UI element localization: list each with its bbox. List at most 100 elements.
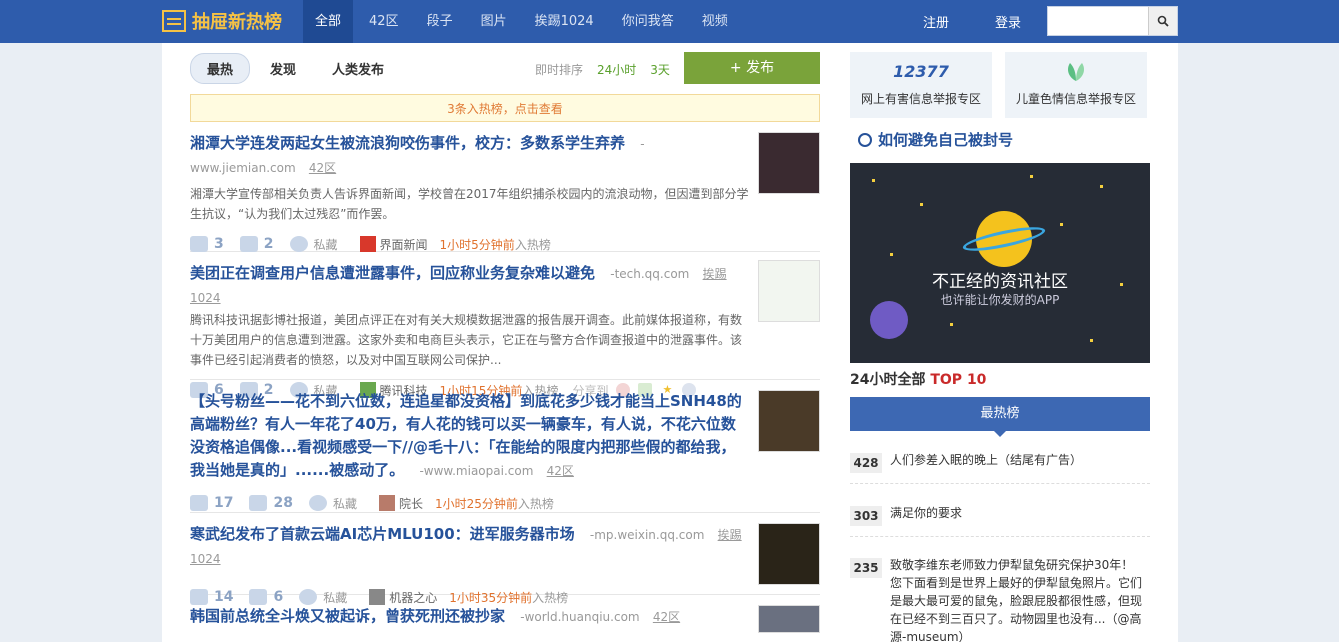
news-time-suffix: 入热榜 [517, 496, 554, 511]
nav-item-qa[interactable]: 你问我答 [610, 0, 686, 43]
banner-headline: 不正经的资讯社区 [932, 272, 1068, 292]
news-title[interactable]: 寒武纪发布了首款云端AI芯片MLU100：进军服务器市场 -mp.weixin.… [190, 523, 750, 571]
source-name[interactable]: 界面新闻 [380, 236, 428, 253]
rank-item[interactable]: 235 致敬李维东老师致力伊犁鼠兔研究保护30年！您下面看到是世界上最好的伊犁鼠… [850, 556, 1150, 642]
news-thumbnail[interactable] [758, 132, 820, 194]
news-time: 1小时5分钟前 [439, 237, 515, 252]
collect-label: 私藏 [332, 496, 357, 511]
heart-icon [289, 236, 308, 252]
news-desc: 湘潭大学宣传部相关负责人告诉界面新闻，学校曾在2017年组织捕杀校园内的流浪动物… [190, 187, 749, 221]
news-tag[interactable]: 42区 [309, 161, 336, 175]
rank-text[interactable]: 致敬李维东老师致力伊犁鼠兔研究保护30年！您下面看到是世界上最好的伊犁鼠兔照片。… [890, 556, 1145, 642]
news-thumbnail[interactable] [758, 523, 820, 585]
news-item: 寒武纪发布了首款云端AI芯片MLU100：进军服务器市场 -mp.weixin.… [190, 513, 820, 605]
rank-item[interactable]: 428 人们参差入眠的晚上（结尾有广告） [850, 451, 1150, 484]
site-logo[interactable]: 抽屉新热榜 [162, 8, 282, 34]
heart-icon [308, 495, 327, 511]
news-title[interactable]: 【头号粉丝——花不到六位数，连追星都没资格】到底花多少钱才能当上SNH48的高端… [190, 390, 750, 483]
news-source[interactable]: 院长 [378, 495, 423, 512]
child-porn-report[interactable]: 儿童色情信息举报专区 [1005, 52, 1147, 118]
nav-item-it[interactable]: 挨踢1024 [523, 0, 606, 43]
rank-count: 235 [850, 558, 882, 578]
comment-button[interactable]: 2 [239, 236, 274, 252]
comment-count: 2 [263, 236, 274, 252]
like-count: 3 [214, 236, 224, 252]
search-input[interactable] [1048, 7, 1148, 35]
sort-24h[interactable]: 24小时 [597, 61, 636, 78]
news-title[interactable]: 美团正在调查用户信息遭泄露事件，回应称业务复杂难以避免 -tech.qq.com… [190, 262, 750, 310]
news-thumbnail[interactable] [758, 390, 820, 452]
rank-count: 303 [850, 506, 882, 526]
main-container: 最热 发现 人类发布 即时排序 24小时 3天 + 发布 3条入热榜，点击查看 … [162, 43, 1178, 642]
collect-button[interactable]: 私藏 [308, 495, 357, 512]
nav-item-video[interactable]: 视频 [690, 0, 740, 43]
search-box [1047, 6, 1178, 36]
news-item: 【头号粉丝——花不到六位数，连追星都没资格】到底花多少钱才能当上SNH48的高端… [190, 380, 820, 513]
rank-text[interactable]: 人们参差入眠的晚上（结尾有广告） [890, 451, 1145, 473]
source-avatar [378, 495, 395, 511]
feed-subnav: 最热 发现 人类发布 即时排序 24小时 3天 + 发布 [190, 43, 820, 93]
tab-hot[interactable]: 最热 [190, 52, 251, 84]
like-icon [190, 236, 208, 252]
news-thumbnail[interactable] [758, 260, 820, 322]
comment-icon [249, 495, 268, 511]
news-title[interactable]: 韩国前总统全斗焕又被起诉，曾获死刑还被抄家 -world.huanqiu.com… [190, 605, 750, 629]
sort-instant[interactable]: 即时排序 [535, 61, 583, 78]
report-icon-text: 12377 [893, 61, 949, 81]
news-title-text[interactable]: 韩国前总统全斗焕又被起诉，曾获死刑还被抄家 [190, 607, 505, 625]
top10-title: 24小时全部 TOP 10 [850, 369, 986, 389]
news-domain: -world.huanqiu.com [520, 610, 640, 624]
source-name[interactable]: 院长 [399, 495, 423, 512]
search-icon [1157, 15, 1169, 27]
harmful-info-report[interactable]: 12377 网上有害信息举报专区 [850, 52, 992, 118]
news-tag[interactable]: 42区 [547, 464, 574, 478]
comment-button[interactable]: 28 [249, 495, 293, 511]
tab-discover[interactable]: 发现 [254, 54, 312, 83]
main-nav: 全部 42区 段子 图片 挨踢1024 你问我答 视频 [303, 0, 744, 43]
comment-count: 28 [273, 495, 293, 511]
source-avatar [359, 236, 376, 252]
news-tag[interactable]: 42区 [653, 610, 680, 624]
news-time-suffix: 入热榜 [514, 237, 551, 252]
news-title-text[interactable]: 湘潭大学连发两起女生被流浪狗咬伤事件，校方：多数系学生弃养 [190, 134, 625, 152]
sort-3d[interactable]: 3天 [650, 61, 670, 78]
report-label: 儿童色情信息举报专区 [1015, 92, 1136, 106]
avoid-ban-text[interactable]: 如何避免自己被封号 [878, 129, 1013, 150]
rank-text[interactable]: 满足你的要求 [890, 504, 1145, 526]
collect-button[interactable]: 私藏 [289, 236, 338, 253]
nav-item-pics[interactable]: 图片 [469, 0, 519, 43]
auth-links: 注册 登录 [910, 0, 1054, 43]
news-domain: -mp.weixin.qq.com [589, 528, 705, 542]
like-button[interactable]: 3 [190, 236, 224, 252]
hot-list-tab[interactable]: 最热榜 [850, 397, 1150, 437]
app-promo-banner[interactable]: 不正经的资讯社区 也许能让你发财的APP [850, 163, 1150, 363]
news-title[interactable]: 湘潭大学连发两起女生被流浪狗咬伤事件，校方：多数系学生弃养 -www.jiemi… [190, 132, 750, 180]
avoid-ban-link[interactable]: 如何避免自己被封号 [858, 129, 1013, 150]
banner-subline: 也许能让你发财的APP [940, 293, 1060, 307]
report-label: 网上有害信息举报专区 [860, 92, 981, 106]
search-button[interactable] [1148, 7, 1177, 35]
news-domain: -tech.qq.com [610, 267, 690, 281]
news-desc: 腾讯科技讯据彭博社报道，美团点评正在对有关大规模数据泄露的报告展开调查。此前媒体… [190, 313, 743, 367]
nav-item-jokes[interactable]: 段子 [415, 0, 465, 43]
rank-item[interactable]: 303 满足你的要求 [850, 504, 1150, 537]
brand-name: 抽屉新热榜 [192, 12, 282, 33]
new-hot-notice[interactable]: 3条入热榜，点击查看 [190, 94, 820, 122]
drawer-logo-icon [162, 10, 186, 32]
tab-human-published[interactable]: 人类发布 [316, 54, 400, 83]
login-link[interactable]: 登录 [982, 12, 1034, 31]
like-button[interactable]: 17 [190, 495, 233, 511]
nav-item-42[interactable]: 42区 [357, 0, 411, 43]
register-link[interactable]: 注册 [910, 12, 962, 31]
news-item: 湘潭大学连发两起女生被流浪狗咬伤事件，校方：多数系学生弃养 -www.jiemi… [190, 122, 820, 252]
news-thumbnail[interactable] [758, 605, 820, 633]
nav-item-all[interactable]: 全部 [303, 0, 354, 43]
news-actions: 17 28 私藏 院长 1小时25分钟前 入热榜 [190, 491, 820, 515]
publish-button[interactable]: + 发布 [684, 52, 820, 84]
news-title-text[interactable]: 寒武纪发布了首款云端AI芯片MLU100：进军服务器市场 [190, 525, 575, 543]
news-source[interactable]: 界面新闻 [359, 236, 428, 253]
news-title-text[interactable]: 美团正在调查用户信息遭泄露事件，回应称业务复杂难以避免 [190, 264, 595, 282]
feed-column: 最热 发现 人类发布 即时排序 24小时 3天 + 发布 3条入热榜，点击查看 … [190, 43, 820, 635]
sort-options: 即时排序 24小时 3天 [535, 61, 684, 78]
comment-icon [239, 236, 258, 252]
